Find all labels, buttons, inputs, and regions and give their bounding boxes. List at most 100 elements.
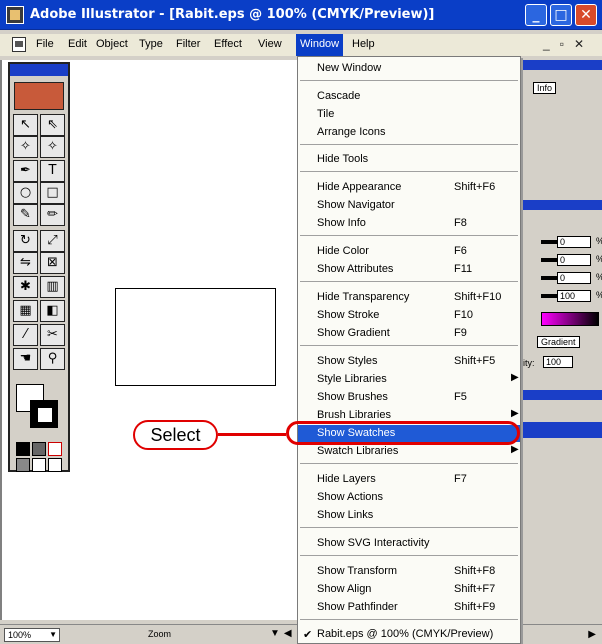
menu-effect[interactable]: Effect: [214, 38, 242, 50]
menu-file[interactable]: File: [36, 38, 54, 50]
menu-window[interactable]: Window: [296, 34, 344, 56]
menu-item-shortcut: Shift+F6: [454, 181, 496, 193]
app-icon[interactable]: [6, 6, 24, 24]
paintbrush-tool-icon[interactable]: ✎: [13, 204, 38, 226]
direct-selection-tool-icon[interactable]: ⇖: [40, 114, 65, 136]
lasso-tool-icon[interactable]: ✧: [40, 136, 65, 158]
scale-tool-icon[interactable]: ⤢: [40, 230, 65, 252]
chevron-down-icon[interactable]: ▼: [49, 629, 57, 641]
menu-item-swatch-libraries[interactable]: Swatch Libraries ▶: [298, 443, 520, 460]
menu-item-arrange-icons[interactable]: Arrange Icons: [298, 124, 520, 141]
selection-tool-icon[interactable]: ↖: [13, 114, 38, 136]
menu-item-label: Show SVG Interactivity: [317, 537, 430, 549]
menu-item-hide-appearance[interactable]: Hide Appearance Shift+F6: [298, 179, 520, 196]
menu-item-show-attributes[interactable]: Show Attributes F11: [298, 261, 520, 278]
menu-separator: [300, 345, 518, 346]
symbol-sprayer-tool-icon[interactable]: ✱: [13, 276, 38, 298]
document-icon[interactable]: [12, 37, 26, 52]
hand-tool-icon[interactable]: ☚: [13, 348, 38, 370]
cyan-field[interactable]: 0: [557, 236, 591, 248]
menu-edit[interactable]: Edit: [68, 38, 87, 50]
menu-item-show-align[interactable]: Show Align Shift+F7: [298, 581, 520, 598]
yellow-slider[interactable]: [541, 276, 557, 280]
rotate-tool-icon[interactable]: ↻: [13, 230, 38, 252]
menu-item-show-info[interactable]: Show Info F8: [298, 215, 520, 232]
menu-item-style-libraries[interactable]: Style Libraries ▶: [298, 371, 520, 388]
menu-item-label: Show Links: [317, 509, 374, 521]
gradient-tool-icon[interactable]: ◧: [40, 300, 65, 322]
tab-info[interactable]: Info: [533, 82, 557, 94]
menu-item-cascade[interactable]: Cascade: [298, 88, 520, 105]
none-mode-icon[interactable]: [48, 442, 62, 456]
menu-item-label: Hide Appearance: [317, 181, 402, 193]
ellipse-tool-icon[interactable]: ○: [13, 182, 38, 204]
graph-tool-icon[interactable]: ▥: [40, 276, 65, 298]
selected-swatch-row[interactable]: [521, 422, 602, 438]
panel-header[interactable]: [521, 60, 602, 70]
mdi-controls[interactable]: _▫✕: [543, 37, 594, 51]
panel-header[interactable]: [521, 200, 602, 210]
scroll-right-icon[interactable]: ▶: [588, 629, 596, 640]
mesh-tool-icon[interactable]: ▦: [13, 300, 38, 322]
menu-item-shortcut: F9: [454, 327, 467, 339]
menu-item-show-actions[interactable]: Show Actions: [298, 489, 520, 506]
menu-view[interactable]: View: [258, 38, 282, 50]
menu-item-tile[interactable]: Tile: [298, 106, 520, 123]
toolbox-header[interactable]: [10, 64, 68, 76]
gradient-mode-icon[interactable]: [32, 442, 46, 456]
magenta-slider[interactable]: [541, 258, 557, 262]
reflect-tool-icon[interactable]: ⇋: [13, 252, 38, 274]
minimize-button[interactable]: _: [525, 4, 547, 26]
rectangle-tool-icon[interactable]: □: [40, 182, 65, 204]
fill-stroke-swatches[interactable]: [14, 382, 64, 438]
menu-item-show-navigator[interactable]: Show Navigator: [298, 197, 520, 214]
menu-item-hide-tools[interactable]: Hide Tools: [298, 151, 520, 168]
opacity-field[interactable]: 100: [543, 356, 573, 368]
close-button[interactable]: ✕: [575, 4, 597, 26]
cyan-slider[interactable]: [541, 240, 557, 244]
tab-gradient[interactable]: Gradient: [537, 336, 580, 348]
pencil-tool-icon[interactable]: ✏: [40, 204, 65, 226]
menu-item-show-brushes[interactable]: Show Brushes F5: [298, 389, 520, 406]
full-screen-menu-mode-icon[interactable]: [32, 458, 46, 472]
artboard[interactable]: [115, 288, 276, 386]
menu-item-new-window[interactable]: New Window: [298, 60, 520, 77]
menu-item-show-styles[interactable]: Show Styles Shift+F5: [298, 353, 520, 370]
maximize-button[interactable]: □: [550, 4, 572, 26]
menu-item-hide-layers[interactable]: Hide Layers F7: [298, 471, 520, 488]
menu-item-hide-transparency[interactable]: Hide Transparency Shift+F10: [298, 289, 520, 306]
standard-screen-mode-icon[interactable]: [16, 458, 30, 472]
menu-item-show-stroke[interactable]: Show Stroke F10: [298, 307, 520, 324]
color-mode-icon[interactable]: [16, 442, 30, 456]
menu-item-show-gradient[interactable]: Show Gradient F9: [298, 325, 520, 342]
full-screen-mode-icon[interactable]: [48, 458, 62, 472]
menu-filter[interactable]: Filter: [176, 38, 200, 50]
black-field[interactable]: 100: [557, 290, 591, 302]
menu-separator: [300, 235, 518, 236]
yellow-field[interactable]: 0: [557, 272, 591, 284]
panel-header[interactable]: [521, 390, 602, 400]
menu-help[interactable]: Help: [352, 38, 375, 50]
type-tool-icon[interactable]: T: [40, 160, 65, 182]
pen-tool-icon[interactable]: ✒: [13, 160, 38, 182]
menu-item-show-links[interactable]: Show Links: [298, 507, 520, 524]
magenta-field[interactable]: 0: [557, 254, 591, 266]
status-arrows-icon[interactable]: ▼◀: [270, 628, 296, 639]
menu-item-open-document[interactable]: ✔ Rabit.eps @ 100% (CMYK/Preview): [298, 626, 520, 643]
menu-type[interactable]: Type: [139, 38, 163, 50]
scissors-tool-icon[interactable]: ✂: [40, 324, 65, 346]
menu-item-hide-color[interactable]: Hide Color F6: [298, 243, 520, 260]
magic-wand-tool-icon[interactable]: ✧: [13, 136, 38, 158]
menu-item-show-pathfinder[interactable]: Show Pathfinder Shift+F9: [298, 599, 520, 616]
menu-object[interactable]: Object: [96, 38, 128, 50]
free-transform-tool-icon[interactable]: ⊠: [40, 252, 65, 274]
stroke-swatch[interactable]: [30, 400, 58, 428]
menu-item-show-transform[interactable]: Show Transform Shift+F8: [298, 563, 520, 580]
black-slider[interactable]: [541, 294, 557, 298]
zoom-field[interactable]: 100% ▼: [4, 628, 60, 642]
zoom-tool-icon[interactable]: ⚲: [40, 348, 65, 370]
eyedropper-tool-icon[interactable]: ⁄: [13, 324, 38, 346]
menu-item-show-svg-interactivity[interactable]: Show SVG Interactivity: [298, 535, 520, 552]
color-spectrum[interactable]: [541, 312, 599, 326]
menu-item-label: Show Info: [317, 217, 366, 229]
